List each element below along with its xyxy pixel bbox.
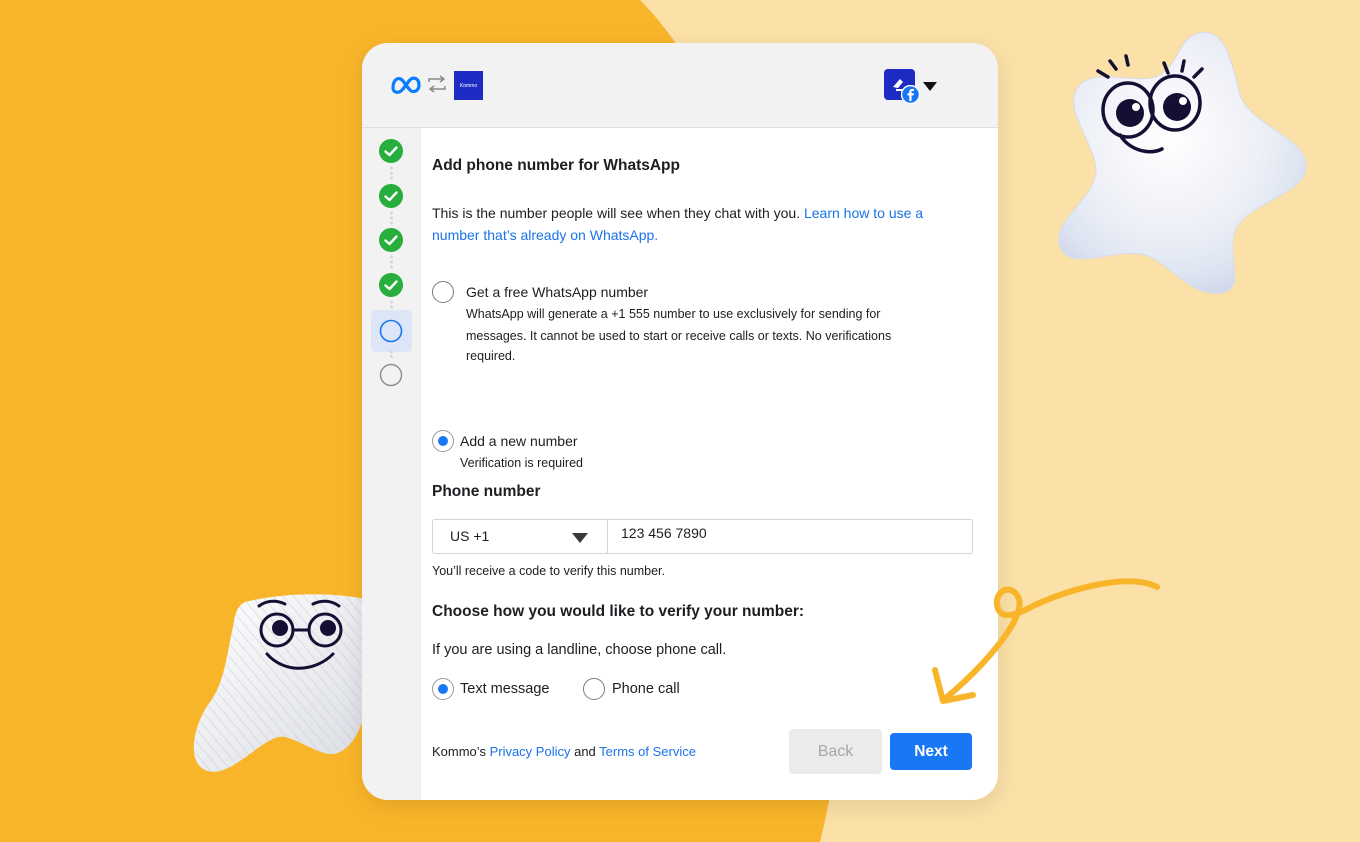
step-connector: [390, 255, 393, 269]
back-button[interactable]: Back: [789, 729, 882, 774]
phone-number-field: US +1: [432, 519, 973, 554]
progress-stepper: [362, 128, 421, 800]
new-number-label: Add a new number: [460, 433, 578, 449]
verify-help-text: If you are using a landline, choose phon…: [432, 642, 727, 658]
description-text: This is the number people will see when …: [432, 205, 804, 221]
country-code-select[interactable]: US +1: [433, 520, 608, 553]
terms-of-service-link[interactable]: Terms of Service: [599, 744, 696, 759]
step-pending-icon: [379, 363, 403, 387]
step-connector: [390, 211, 393, 225]
page-description: This is the number people will see when …: [432, 202, 972, 246]
tooth-mascot-illustration: [193, 594, 384, 772]
next-button[interactable]: Next: [890, 733, 972, 770]
step-connector: [390, 300, 393, 309]
step-connector: [390, 350, 393, 358]
step-complete-icon: [379, 228, 403, 252]
text-message-label: Text message: [460, 681, 550, 697]
text-message-radio[interactable]: [432, 678, 454, 700]
new-number-radio[interactable]: [432, 430, 454, 452]
step-complete-icon: [379, 273, 403, 297]
country-code-value: US +1: [450, 528, 490, 544]
legal-footer: Kommo’s Privacy Policy and Terms of Serv…: [432, 744, 696, 759]
page-title: Add phone number for WhatsApp: [432, 157, 680, 174]
free-number-detail-line-1: WhatsApp will generate a +1 555 number t…: [466, 307, 881, 321]
step-connector: [390, 166, 393, 180]
phone-number-heading: Phone number: [432, 483, 541, 500]
dialog-content: Add phone number for WhatsApp This is th…: [432, 43, 992, 800]
step-complete-icon: [379, 184, 403, 208]
free-number-label: Get a free WhatsApp number: [466, 284, 649, 300]
phone-call-radio[interactable]: [583, 678, 605, 700]
phone-call-label: Phone call: [612, 681, 680, 697]
phone-number-input[interactable]: [609, 520, 969, 553]
verify-heading: Choose how you would like to verify your…: [432, 603, 805, 620]
curly-arrow-illustration: [932, 578, 1160, 704]
free-number-detail-line-2: messages. It cannot be used to start or …: [466, 329, 892, 343]
new-number-detail: Verification is required: [460, 456, 583, 470]
dropdown-arrow-icon: [572, 533, 588, 543]
legal-prefix: Kommo’s: [432, 744, 490, 759]
step-complete-icon: [379, 139, 403, 163]
phone-help-text: You’ll receive a code to verify this num…: [432, 564, 665, 578]
free-number-radio[interactable]: [432, 281, 454, 303]
privacy-policy-link[interactable]: Privacy Policy: [490, 744, 571, 759]
step-current-icon: [379, 319, 403, 343]
free-number-detail-line-3: required.: [466, 349, 516, 363]
star-mascot-illustration: [1058, 31, 1307, 294]
whatsapp-signup-dialog: Kommo Add phone number for WhatsApp This…: [362, 43, 998, 800]
legal-and: and: [570, 744, 600, 759]
meta-logo-icon: [391, 76, 421, 94]
